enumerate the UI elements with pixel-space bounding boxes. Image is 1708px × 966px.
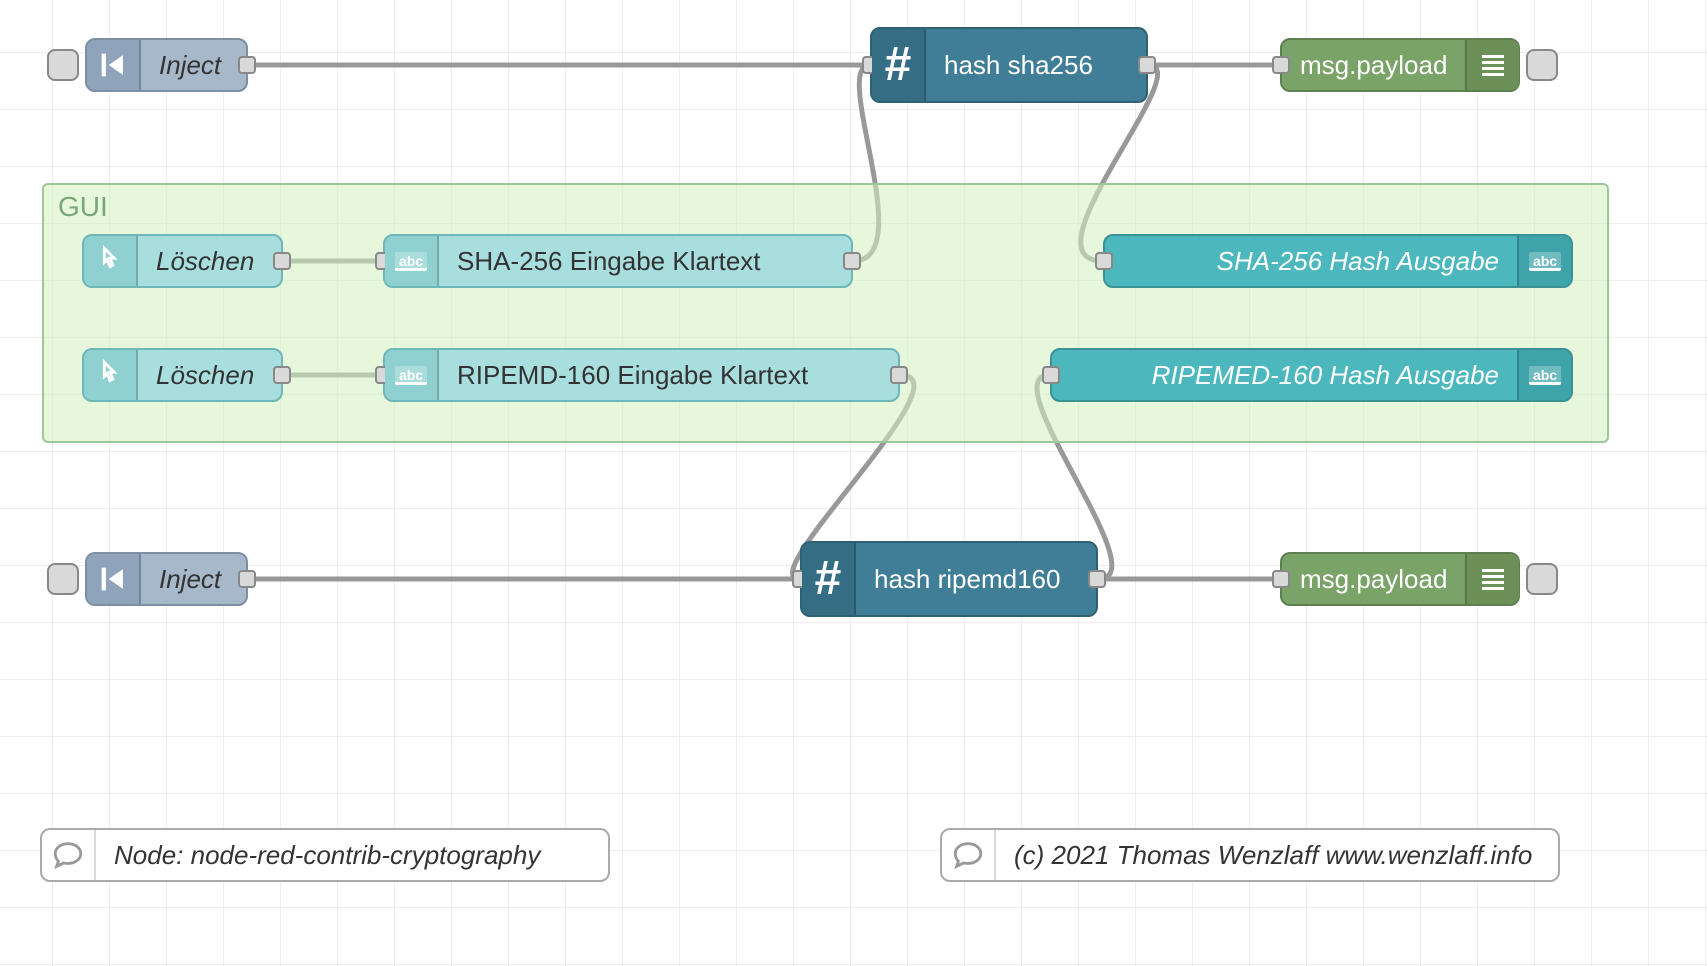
- port-out[interactable]: [238, 56, 256, 74]
- node-label: hash ripemd160: [856, 564, 1096, 595]
- hash-icon: #: [802, 543, 856, 615]
- node-label: msg.payload: [1282, 50, 1465, 81]
- port-out[interactable]: [238, 570, 256, 588]
- node-label: Inject: [141, 50, 246, 81]
- port-out[interactable]: [890, 366, 908, 384]
- port-in[interactable]: [1272, 570, 1290, 588]
- node-label: Löschen: [138, 360, 281, 391]
- port-out[interactable]: [273, 252, 291, 270]
- inject-trigger-button[interactable]: [47, 563, 79, 595]
- node-ui-textinput-sha256[interactable]: abc SHA-256 Eingabe Klartext: [383, 234, 853, 288]
- abc-icon: abc: [1517, 236, 1571, 286]
- debug-toggle-button[interactable]: [1526, 49, 1558, 81]
- node-label: SHA-256 Eingabe Klartext: [439, 246, 851, 277]
- comment-icon: [942, 830, 996, 880]
- port-in[interactable]: [1042, 366, 1060, 384]
- node-hash-ripemd160[interactable]: # hash ripemd160: [800, 541, 1098, 617]
- node-debug-1[interactable]: msg.payload: [1280, 38, 1520, 92]
- pointer-icon: [84, 236, 138, 286]
- debug-bars-icon: [1465, 40, 1519, 90]
- debug-bars-icon: [1465, 554, 1519, 604]
- abc-icon: abc: [1517, 350, 1571, 400]
- node-hash-sha256[interactable]: # hash sha256: [870, 27, 1148, 103]
- node-ui-textinput-ripemd160[interactable]: abc RIPEMD-160 Eingabe Klartext: [383, 348, 900, 402]
- node-ui-button-loeschen-1[interactable]: Löschen: [82, 234, 283, 288]
- inject-arrow-icon: [87, 40, 141, 90]
- inject-trigger-button[interactable]: [47, 49, 79, 81]
- pointer-icon: [84, 350, 138, 400]
- node-inject-1[interactable]: Inject: [85, 38, 248, 92]
- port-out[interactable]: [273, 366, 291, 384]
- node-label: SHA-256 Hash Ausgabe: [1105, 246, 1517, 277]
- node-label: msg.payload: [1282, 564, 1465, 595]
- node-label: Löschen: [138, 246, 281, 277]
- debug-toggle-button[interactable]: [1526, 563, 1558, 595]
- node-debug-2[interactable]: msg.payload: [1280, 552, 1520, 606]
- node-label: hash sha256: [926, 50, 1146, 81]
- abc-icon: abc: [385, 350, 439, 400]
- hash-icon: #: [872, 29, 926, 101]
- comment-text: Node: node-red-contrib-cryptography: [96, 840, 608, 871]
- port-in[interactable]: [1272, 56, 1290, 74]
- port-out[interactable]: [1088, 570, 1106, 588]
- node-label: RIPEMED-160 Hash Ausgabe: [1052, 360, 1517, 391]
- node-ui-button-loeschen-2[interactable]: Löschen: [82, 348, 283, 402]
- comment-copyright[interactable]: (c) 2021 Thomas Wenzlaff www.wenzlaff.in…: [940, 828, 1560, 882]
- abc-icon: abc: [385, 236, 439, 286]
- node-inject-2[interactable]: Inject: [85, 552, 248, 606]
- node-label: Inject: [141, 564, 246, 595]
- node-label: RIPEMD-160 Eingabe Klartext: [439, 360, 898, 391]
- port-out[interactable]: [1138, 56, 1156, 74]
- port-in[interactable]: [1095, 252, 1113, 270]
- comment-node-package[interactable]: Node: node-red-contrib-cryptography: [40, 828, 610, 882]
- node-ui-textoutput-sha256[interactable]: SHA-256 Hash Ausgabe abc: [1103, 234, 1573, 288]
- group-label: GUI: [58, 191, 108, 223]
- group-gui[interactable]: GUI: [42, 183, 1609, 443]
- port-out[interactable]: [843, 252, 861, 270]
- comment-icon: [42, 830, 96, 880]
- editor-grid: [0, 0, 1708, 966]
- node-ui-textoutput-ripemd160[interactable]: RIPEMED-160 Hash Ausgabe abc: [1050, 348, 1573, 402]
- inject-arrow-icon: [87, 554, 141, 604]
- comment-text: (c) 2021 Thomas Wenzlaff www.wenzlaff.in…: [996, 840, 1558, 871]
